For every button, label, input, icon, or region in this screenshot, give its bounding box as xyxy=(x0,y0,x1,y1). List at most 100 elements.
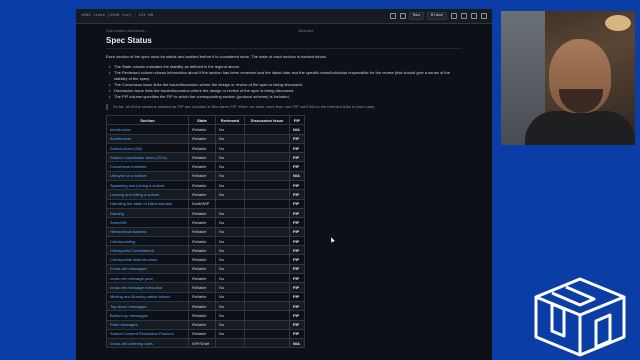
state-cell: Reliable xyxy=(188,180,216,191)
section-cell[interactable]: Top-down messages xyxy=(106,300,189,312)
section-cell[interactable]: Bottom-up messages xyxy=(106,310,189,321)
state-cell: Reliable xyxy=(188,282,216,293)
discussion-cell xyxy=(244,254,290,265)
col-section: Section xyxy=(106,114,189,126)
section-cell[interactable]: Architecture xyxy=(106,133,189,144)
section-cell[interactable]: Naming xyxy=(106,207,189,219)
table-row: Leaving and killing a subnet Reliable No FI… xyxy=(106,189,305,200)
state-cell: Reliable xyxy=(188,328,216,340)
discussion-cell xyxy=(244,124,290,135)
reviewed-cell: No xyxy=(215,235,245,247)
state-cell: Reliable xyxy=(188,133,216,144)
discussion-cell xyxy=(244,180,290,191)
section-cell[interactable]: Checkpoints data structure xyxy=(106,254,189,265)
copy-icon[interactable] xyxy=(451,13,457,19)
table-row: SubnetID Reliable No FIP xyxy=(106,217,305,228)
discussion-cell xyxy=(244,263,290,275)
fip-cell: FIP xyxy=(289,263,305,275)
state-cell: Reliable xyxy=(188,263,216,275)
section-cell[interactable]: Subnet Coordinator Actor (SCA) xyxy=(106,152,189,163)
reviewed-cell: No xyxy=(215,328,245,340)
table-row: Checkpoints data structure Reliable No FIP xyxy=(106,254,305,265)
fip-cell: FIP xyxy=(289,152,305,163)
fip-cell: FIP xyxy=(289,328,305,340)
webcam-person-shirt xyxy=(525,111,635,145)
reviewed-cell: No xyxy=(215,124,245,135)
table-row: cross-net message pool Reliable No FIP xyxy=(106,273,305,284)
discussion-cell xyxy=(244,328,290,340)
code-icon[interactable] xyxy=(389,13,396,19)
fip-cell: FIP xyxy=(289,319,305,330)
section-cell[interactable]: SubnetID xyxy=(106,217,189,228)
state-cell: Reliable xyxy=(188,152,216,163)
fip-cell: FIP xyxy=(289,282,305,293)
preview-icon[interactable] xyxy=(399,13,406,19)
bullet-reviewed: The Reviewed column shows information ab… xyxy=(106,70,462,82)
reviewed-cell: No xyxy=(215,133,245,144)
blame-button[interactable]: Blame xyxy=(426,12,447,20)
webcam-lamp xyxy=(605,15,631,31)
table-row: Minting and Burning native tokens Reliabl… xyxy=(106,291,305,302)
status-bullets: The State column indicates the stability… xyxy=(106,64,462,100)
section-cell[interactable]: Spawning and joining a subnet xyxy=(106,180,189,191)
table-header-row: Section State Reviewed Discussion Issue … xyxy=(106,114,305,126)
state-cell: Reliable xyxy=(188,124,216,135)
state-cell: Reliable xyxy=(188,245,216,256)
section-cell[interactable]: Leaving and killing a subnet xyxy=(106,189,189,200)
fip-cell: FIP xyxy=(289,300,305,312)
discussion-cell xyxy=(244,152,290,163)
reviewed-cell: No xyxy=(215,170,245,182)
fip-cell: FIP xyxy=(289,226,305,237)
discussion-cell xyxy=(244,207,290,219)
section-cell[interactable]: Hierarchical Address xyxy=(106,226,189,237)
state-cell: Reliable xyxy=(188,189,216,200)
clipped-table-row: Sub-bottom decisions… Abstract xyxy=(76,24,492,36)
state-cell: Draft/WIP xyxy=(188,198,216,209)
state-cell: Reliable xyxy=(188,254,216,265)
section-cell[interactable]: Cross-net ordering rules xyxy=(106,338,189,349)
section-cell[interactable]: Path messages xyxy=(106,319,189,330)
section-cell[interactable]: Checkpoint Commitment xyxy=(106,245,189,256)
edit-icon[interactable] xyxy=(471,13,477,19)
discussion-cell xyxy=(244,300,290,312)
section-cell[interactable]: Lifecycle of a subnet xyxy=(106,170,189,182)
discussion-cell xyxy=(244,245,290,256)
discussion-cell xyxy=(244,189,290,200)
section-cell[interactable]: Subnet Actor (SA) xyxy=(106,142,189,154)
reviewed-cell: No xyxy=(215,282,245,293)
state-cell: Reliable xyxy=(188,319,216,330)
table-body: Introduction Reliable No N/A Architecture Rel… xyxy=(106,124,305,349)
section-cell[interactable]: cross-net message pool xyxy=(106,273,189,284)
download-icon[interactable] xyxy=(461,13,467,19)
table-row: Handling the state of killed subnets Draf… xyxy=(106,198,305,209)
section-cell[interactable]: Minting and Burning native tokens xyxy=(106,291,189,302)
section-cell[interactable]: Introduction xyxy=(106,124,189,135)
section-cell[interactable]: Handling the state of killed subnets xyxy=(106,198,189,209)
discussion-cell xyxy=(244,310,290,321)
discussion-cell xyxy=(244,142,290,154)
raw-button[interactable]: Raw xyxy=(408,12,424,20)
webcam-feed xyxy=(501,11,635,145)
state-cell: Reliable xyxy=(188,235,216,247)
reviewed-cell xyxy=(215,198,245,209)
table-row: Cross-net messages Reliable No FIP xyxy=(106,263,305,275)
fip-cell: FIP xyxy=(289,254,305,265)
discussion-cell xyxy=(244,217,290,228)
discussion-cell xyxy=(244,319,290,330)
fip-cell: N/A xyxy=(289,338,305,349)
more-icon[interactable] xyxy=(481,13,487,19)
fip-cell: FIP xyxy=(289,161,305,172)
section-cell[interactable]: Subnet Content Resolution Protocol xyxy=(106,328,189,340)
section-cell[interactable]: Checkpointing xyxy=(106,235,189,247)
table-row: Checkpoint Commitment Reliable No FIP xyxy=(106,245,305,256)
reviewed-cell: No xyxy=(215,273,245,284)
table-row: Hierarchical Address Reliable No FIP xyxy=(106,226,305,237)
col-fip: FIP xyxy=(289,114,305,126)
section-cell[interactable]: cross-net message execution xyxy=(106,282,189,293)
reviewed-cell: No xyxy=(215,300,245,312)
table-row: Consensus Interface Reliable No FIP xyxy=(106,161,305,172)
shared-screen: 1092 lines (1019 loc) · 112 KB Raw Blame… xyxy=(76,9,492,360)
state-cell: Reliable xyxy=(188,217,216,228)
section-cell[interactable]: Consensus Interface xyxy=(106,161,189,172)
section-cell[interactable]: Cross-net messages xyxy=(106,263,189,275)
